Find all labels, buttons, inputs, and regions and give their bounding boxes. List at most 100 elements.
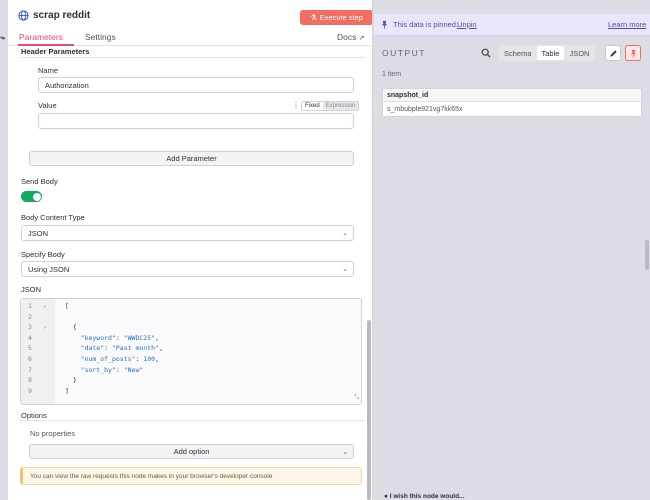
json-value: "WWDC25" — [123, 333, 156, 342]
node-header: scrap reddit ⚗ Execute step Parameters S… — [8, 0, 372, 46]
send-body-toggle[interactable] — [21, 191, 42, 202]
item-count: 1 item — [382, 71, 402, 78]
chevron-down-icon: ⌄ — [342, 448, 348, 456]
learn-more-link[interactable]: Learn more — [608, 20, 646, 29]
line-number: 3 — [28, 323, 32, 332]
name-input[interactable]: Authorization — [38, 77, 354, 93]
pinned-text: This data is pinned. — [393, 20, 459, 29]
specify-body-value: Using JSON — [28, 264, 70, 274]
line-number: 1 — [28, 302, 32, 310]
json-value: 100 — [143, 355, 156, 363]
feedback-text: I wish this node would... — [389, 493, 465, 500]
output-title: OUTPUT — [382, 48, 426, 58]
pin-icon — [630, 49, 636, 58]
value-label: Value — [38, 101, 57, 110]
specify-body-select[interactable]: Using JSON ⌄ — [21, 261, 354, 277]
tab-parameters[interactable]: Parameters — [19, 32, 63, 42]
line-number: 8 — [28, 376, 32, 385]
line-number: 2 — [28, 312, 32, 321]
more-options-icon[interactable]: ⋮ — [292, 101, 300, 110]
line-number: 7 — [28, 365, 32, 374]
body-content-type-label: Body Content Type — [21, 213, 85, 222]
json-code-editor[interactable]: 1 ⌄ [2 3 ⌄ {4 "keyword": "WWDC25", 5 "date": … — [20, 298, 362, 405]
json-value: "Past month" — [111, 344, 159, 353]
no-properties-text: No properties — [30, 429, 76, 438]
code-line: "keyword": "WWDC25", — [80, 333, 159, 342]
external-link-icon: ↗ — [358, 35, 365, 42]
chevron-down-icon: ⌄ — [342, 266, 348, 273]
view-table[interactable]: Table — [536, 46, 565, 60]
add-option-button[interactable]: Add option ⌄ — [29, 444, 354, 459]
fold-chevron-icon[interactable]: ⌄ — [43, 302, 47, 309]
execute-step-button[interactable]: ⚗ Execute step — [300, 10, 372, 25]
pinned-data-banner: This data is pinned. Unpin Learn more — [374, 14, 650, 36]
flask-icon: ⚗ — [309, 13, 317, 22]
feedback-prompt[interactable]: ● I wish this node would... — [384, 493, 465, 500]
view-json[interactable]: JSON — [564, 46, 594, 60]
hint-text: You can view the raw requests this node … — [30, 472, 273, 480]
fixed-option[interactable]: Fixed — [302, 102, 323, 110]
header-parameters-label: Header Parameters — [21, 47, 90, 56]
options-label: Options — [21, 411, 47, 420]
fold-chevron-icon[interactable]: ⌄ — [43, 323, 47, 330]
pin-icon — [381, 20, 388, 29]
code-line: ] — [65, 386, 69, 395]
output-scrollbar[interactable] — [645, 240, 649, 270]
execute-step-label: Execute step — [319, 13, 364, 22]
json-key: "date" — [80, 344, 105, 353]
line-number: 9 — [28, 386, 32, 395]
docs-link[interactable]: Docs ↗ — [337, 32, 365, 42]
line-number-gutter — [21, 299, 55, 404]
pin-data-button[interactable] — [625, 45, 641, 61]
body-content-type-select[interactable]: JSON ⌄ — [21, 225, 354, 241]
view-schema[interactable]: Schema — [499, 46, 537, 60]
unpin-link[interactable]: Unpin — [457, 20, 477, 29]
node-parameters-panel: scrap reddit ⚗ Execute step Parameters S… — [8, 0, 373, 500]
panel-scrollbar[interactable] — [367, 320, 371, 500]
line-number: 5 — [28, 344, 32, 353]
specify-body-label: Specify Body — [21, 250, 65, 259]
fixed-expression-toggle[interactable]: Fixed Expression — [301, 101, 360, 111]
json-punct: , — [155, 333, 159, 342]
body-content-type-value: JSON — [28, 228, 49, 238]
output-table: snapshot_id s_mbubple921vg7kk65x — [382, 88, 642, 117]
name-input-value: Authorization — [45, 80, 89, 90]
line-number: 6 — [28, 355, 32, 363]
output-view-switcher: Schema Table JSON — [498, 45, 596, 61]
globe-icon — [18, 10, 29, 21]
add-parameter-button[interactable]: Add Parameter — [29, 151, 354, 166]
add-option-label: Add option — [173, 447, 210, 456]
divider — [20, 420, 365, 421]
code-line: } — [65, 376, 77, 385]
input-connector: • ▸ — [0, 35, 6, 42]
tab-settings[interactable]: Settings — [85, 32, 116, 42]
code-line: "sort_by": "New" — [80, 365, 144, 374]
send-body-label: Send Body — [21, 177, 58, 186]
expression-option[interactable]: Expression — [322, 102, 359, 110]
name-label: Name — [38, 66, 59, 75]
json-punct: , — [155, 355, 159, 363]
json-key: "keyword" — [80, 333, 116, 342]
search-icon[interactable] — [481, 48, 491, 58]
chevron-down-icon: ⌄ — [342, 230, 348, 237]
code-line: "num_of_posts": 100, — [80, 355, 159, 363]
developer-console-hint: You can view the raw requests this node … — [20, 467, 362, 485]
code-line: [ — [65, 302, 69, 310]
divider — [20, 57, 365, 58]
code-line: "date": "Past month", — [80, 344, 163, 353]
code-line: { — [65, 323, 77, 332]
json-label: JSON — [21, 285, 42, 294]
line-number: 4 — [28, 333, 32, 342]
node-title[interactable]: scrap reddit — [33, 10, 90, 21]
pencil-icon — [609, 49, 617, 57]
resize-handle-icon[interactable]: ⤡ — [354, 394, 359, 402]
value-input[interactable] — [38, 113, 354, 129]
bulb-icon: ● — [384, 493, 388, 500]
table-cell[interactable]: s_mbubple921vg7kk65x — [383, 103, 641, 117]
json-key: "sort_by" — [80, 365, 116, 374]
edit-output-button[interactable] — [605, 45, 621, 61]
json-punct: , — [158, 344, 163, 353]
json-value: "New" — [123, 365, 144, 374]
toggle-knob — [32, 192, 41, 201]
table-header-snapshot-id[interactable]: snapshot_id — [383, 89, 641, 102]
